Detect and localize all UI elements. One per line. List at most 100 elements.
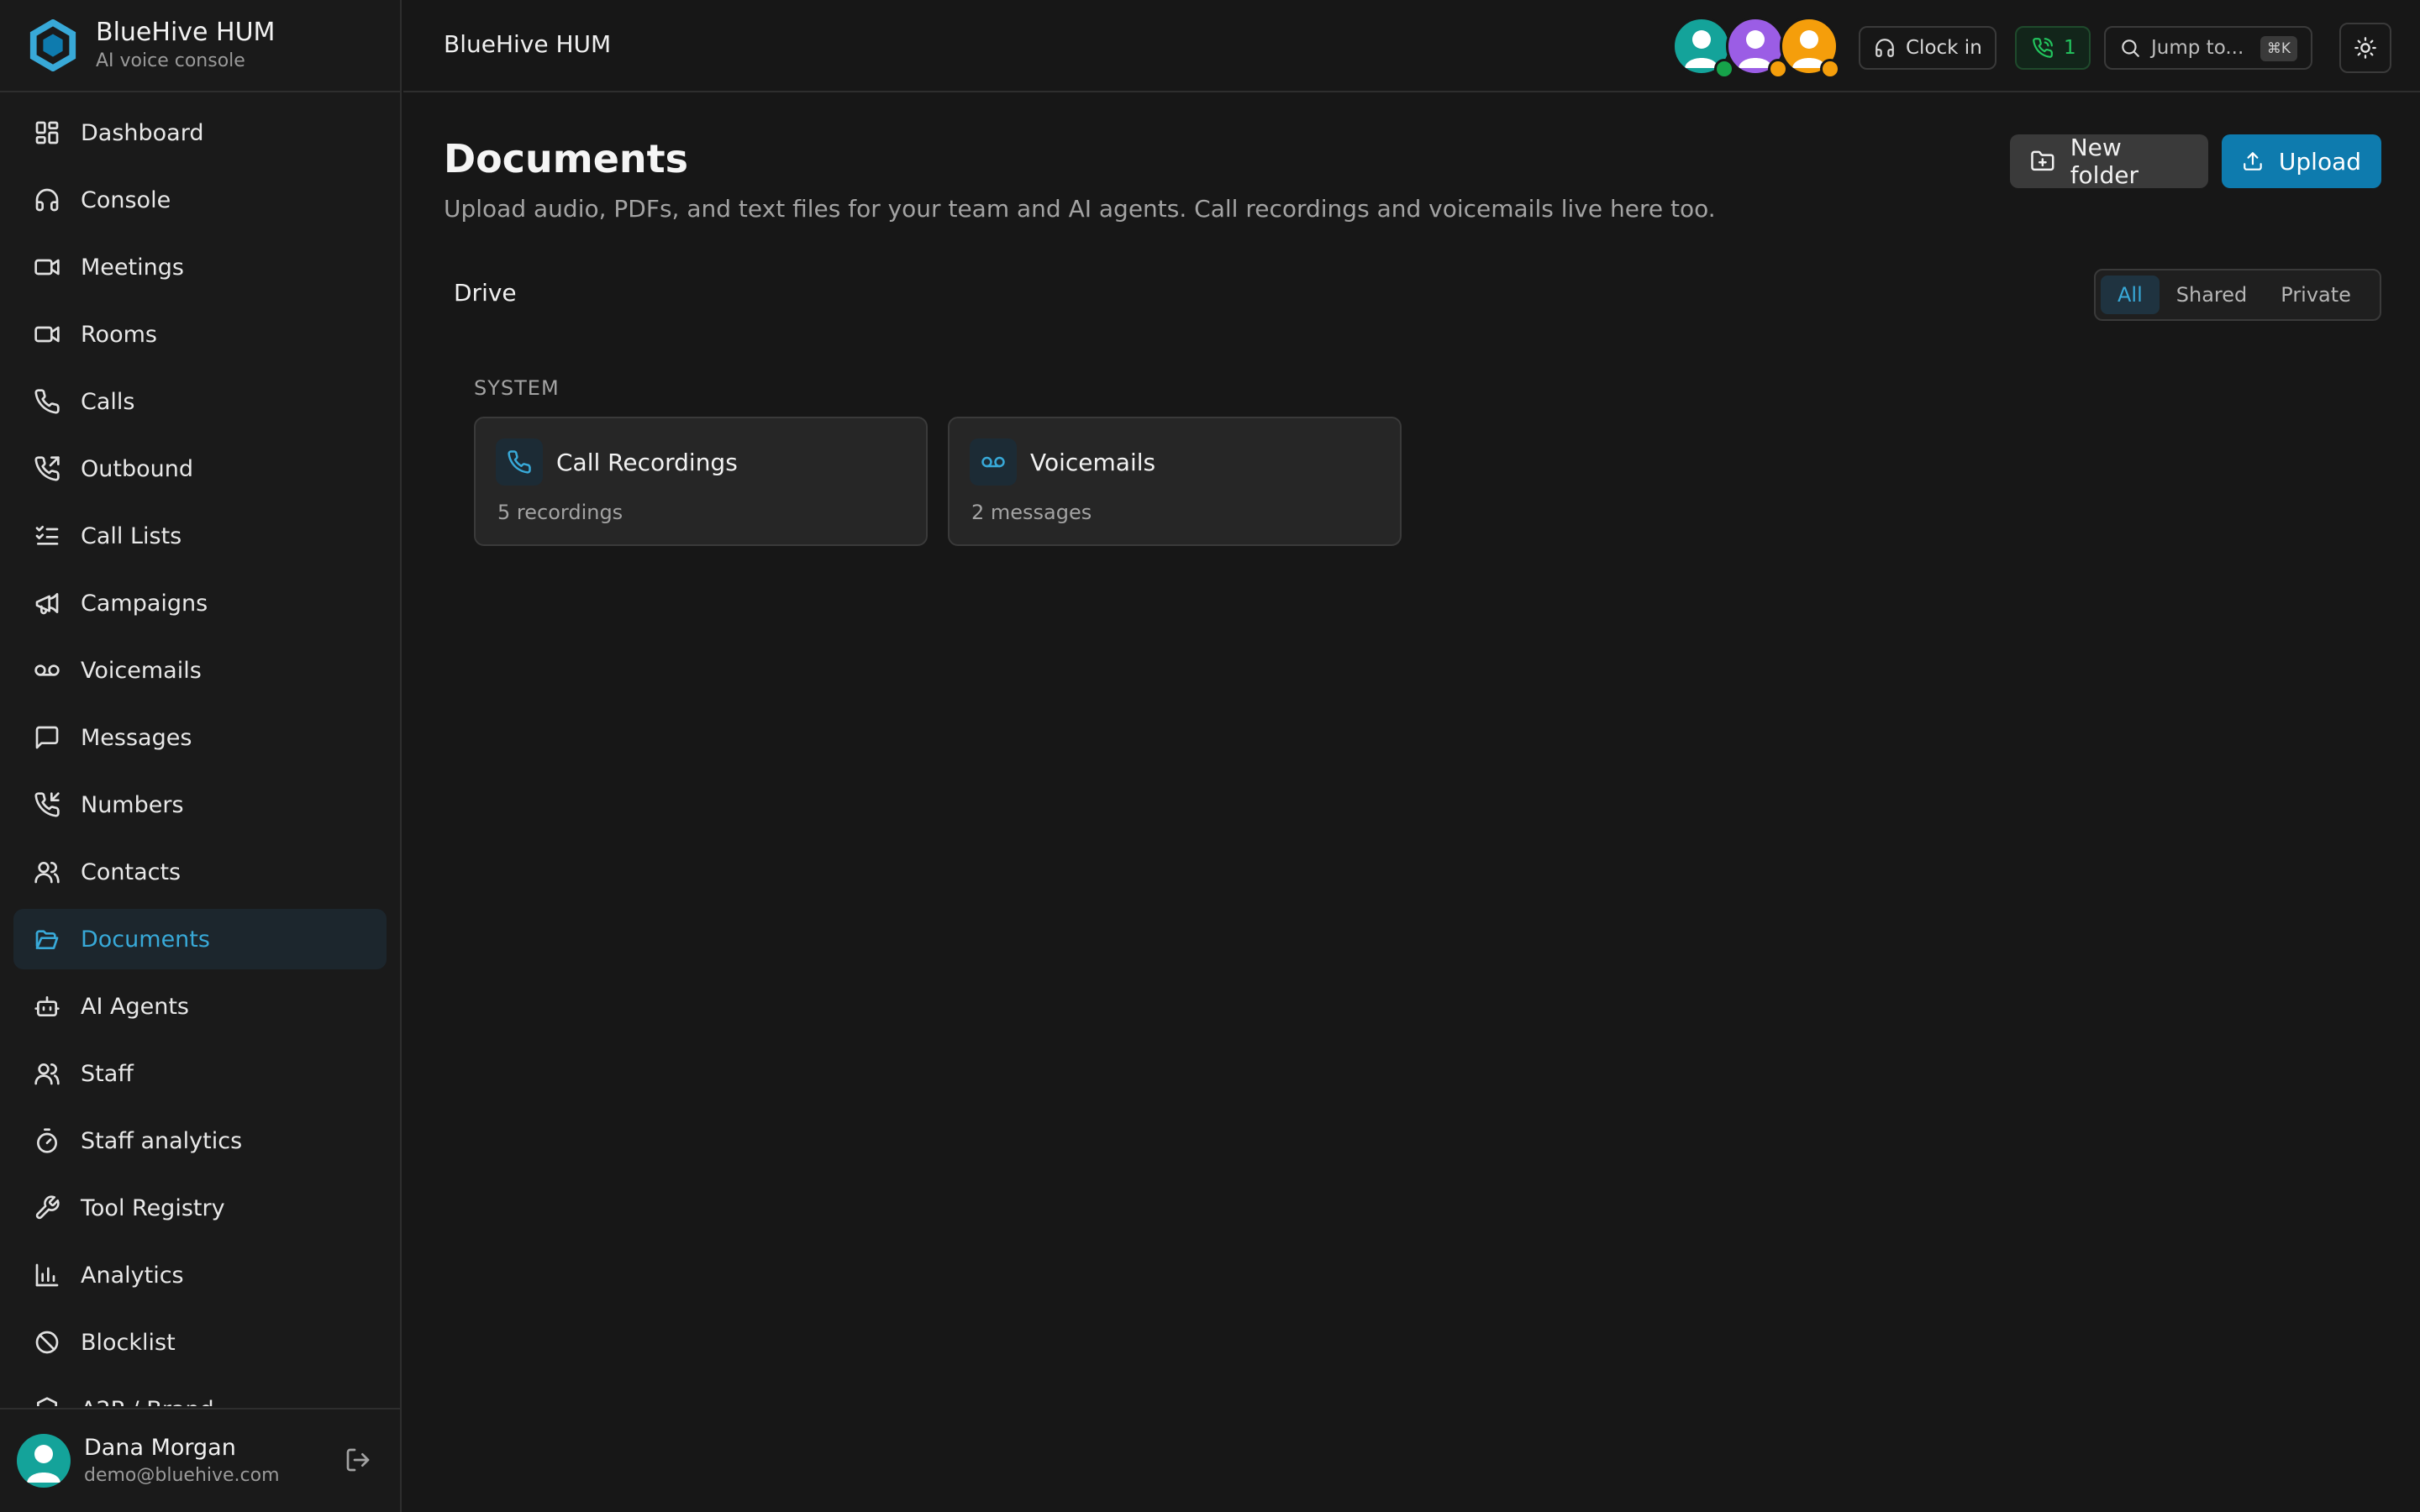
theme-toggle-button[interactable] <box>2339 23 2391 73</box>
sidebar-item-call-lists[interactable]: Call Lists <box>13 506 387 566</box>
folder-plus-icon <box>2031 150 2054 171</box>
active-calls-badge[interactable]: 1 <box>2015 26 2091 70</box>
voicemail-icon <box>34 657 60 684</box>
video-icon <box>34 321 60 348</box>
upload-label: Upload <box>2278 147 2361 176</box>
folder-open-icon <box>34 926 60 953</box>
jump-placeholder: Jump to... <box>2151 37 2244 59</box>
card-icon-wrap <box>970 438 1017 486</box>
sidebar-item-documents[interactable]: Documents <box>13 909 387 969</box>
sidebar-item-dashboard[interactable]: Dashboard <box>13 102 387 163</box>
sidebar-item-label: Tool Registry <box>81 1194 225 1221</box>
brand-subtitle: AI voice console <box>96 50 245 71</box>
sidebar-item-meetings[interactable]: Meetings <box>13 237 387 297</box>
sidebar-item-rooms[interactable]: Rooms <box>13 304 387 365</box>
filter-all[interactable]: All <box>2101 276 2160 314</box>
sidebar-item-ai-agents[interactable]: AI Agents <box>13 976 387 1037</box>
sidebar-item-a2p-brand[interactable]: A2P / Brand <box>13 1379 387 1406</box>
megaphone-icon <box>34 590 60 617</box>
user-name: Dana Morgan <box>84 1435 236 1461</box>
upload-button[interactable]: Upload <box>2222 134 2381 188</box>
user-profile[interactable]: Dana Morgan demo@bluehive.com <box>0 1408 400 1512</box>
wrench-icon <box>34 1194 60 1221</box>
sidebar-nav: Dashboard Console Meetings Rooms Calls Outbou… <box>13 102 387 1406</box>
filter-private[interactable]: Private <box>2264 276 2368 314</box>
sun-icon <box>2354 37 2376 59</box>
sidebar-item-label: Campaigns <box>81 590 208 617</box>
sidebar-item-numbers[interactable]: Numbers <box>13 774 387 835</box>
team-presence[interactable] <box>1672 17 1849 79</box>
sidebar-item-blocklist[interactable]: Blocklist <box>13 1312 387 1373</box>
sidebar-item-label: Documents <box>81 926 210 953</box>
bot-icon <box>34 993 60 1020</box>
shield-icon <box>34 1396 60 1406</box>
sidebar-item-calls[interactable]: Calls <box>13 371 387 432</box>
sidebar-item-voicemails[interactable]: Voicemails <box>13 640 387 701</box>
new-folder-label: New folder <box>2070 134 2139 189</box>
card-icon-wrap <box>496 438 543 486</box>
avatar <box>17 1434 71 1488</box>
sidebar-item-label: Messages <box>81 724 192 751</box>
new-folder-button[interactable]: New folder <box>2010 134 2208 189</box>
headphones-icon <box>34 186 60 213</box>
sidebar-item-label: Console <box>81 186 171 213</box>
brand-name: BlueHive HUM <box>96 18 276 47</box>
visibility-filter: All Shared Private <box>2094 269 2381 321</box>
app-root: BlueHive HUM AI voice console Dashboard C… <box>0 0 2420 1512</box>
filter-shared[interactable]: Shared <box>2160 276 2265 314</box>
main-content: Documents Upload audio, PDFs, and text f… <box>403 94 2420 1512</box>
sidebar-item-staff-analytics[interactable]: Staff analytics <box>13 1110 387 1171</box>
sidebar-item-label: Contacts <box>81 858 182 885</box>
sidebar-item-contacts[interactable]: Contacts <box>13 842 387 902</box>
jump-to-search[interactable]: Jump to... ⌘K <box>2104 26 2312 70</box>
headphones-icon <box>1876 39 1894 57</box>
users-icon <box>34 858 60 885</box>
sidebar-item-label: A2P / Brand <box>81 1397 214 1407</box>
logout-icon[interactable] <box>345 1446 371 1473</box>
page-description: Upload audio, PDFs, and text files for y… <box>444 195 1716 223</box>
sidebar-item-label: AI Agents <box>81 993 190 1020</box>
sidebar-item-staff[interactable]: Staff <box>13 1043 387 1104</box>
sidebar-item-label: Dashboard <box>81 119 204 146</box>
sidebar-item-messages[interactable]: Messages <box>13 707 387 768</box>
sidebar-item-label: Meetings <box>81 254 184 281</box>
bluehive-logo-icon <box>29 19 76 71</box>
drive-label: Drive <box>454 279 517 307</box>
sidebar-item-label: Analytics <box>81 1262 184 1289</box>
sidebar-item-analytics[interactable]: Analytics <box>13 1245 387 1305</box>
dashboard-icon <box>34 119 60 146</box>
brand[interactable]: BlueHive HUM AI voice console <box>0 0 400 92</box>
ban-icon <box>34 1329 60 1356</box>
sidebar-item-console[interactable]: Console <box>13 170 387 230</box>
sidebar-item-label: Calls <box>81 388 135 415</box>
sidebar-item-outbound[interactable]: Outbound <box>13 438 387 499</box>
away-status-dot <box>1820 59 1840 79</box>
sidebar-item-campaigns[interactable]: Campaigns <box>13 573 387 633</box>
user-text: Dana Morgan demo@bluehive.com <box>84 1433 280 1488</box>
folder-card-call-recordings[interactable]: Call Recordings 5 recordings <box>474 417 928 546</box>
sidebar-item-label: Call Lists <box>81 522 182 549</box>
card-title: Call Recordings <box>556 449 738 476</box>
folder-card-voicemails[interactable]: Voicemails 2 messages <box>948 417 1402 546</box>
phone-icon <box>508 450 531 474</box>
bar-chart-icon <box>34 1262 60 1289</box>
message-icon <box>34 724 60 751</box>
timer-icon <box>34 1127 60 1154</box>
users-icon <box>34 1060 60 1087</box>
phone-icon <box>34 388 60 415</box>
voicemail-icon <box>981 456 1005 468</box>
brand-text: BlueHive HUM AI voice console <box>96 17 275 74</box>
search-icon <box>2122 39 2139 57</box>
sidebar-item-label: Staff analytics <box>81 1127 243 1154</box>
sidebar-item-label: Rooms <box>81 321 157 348</box>
sidebar-item-label: Blocklist <box>81 1329 176 1356</box>
clock-in-button[interactable]: Clock in <box>1859 26 1996 70</box>
sidebar: BlueHive HUM AI voice console Dashboard C… <box>0 0 402 1512</box>
sidebar-item-label: Numbers <box>81 791 184 818</box>
card-subtitle: 5 recordings <box>497 501 623 524</box>
sidebar-item-tool-registry[interactable]: Tool Registry <box>13 1178 387 1238</box>
shortcut-hint: ⌘K <box>2260 36 2297 61</box>
header-title: BlueHive HUM <box>444 30 612 58</box>
phone-call-icon <box>2033 38 2053 58</box>
section-label: SYSTEM <box>474 376 560 400</box>
